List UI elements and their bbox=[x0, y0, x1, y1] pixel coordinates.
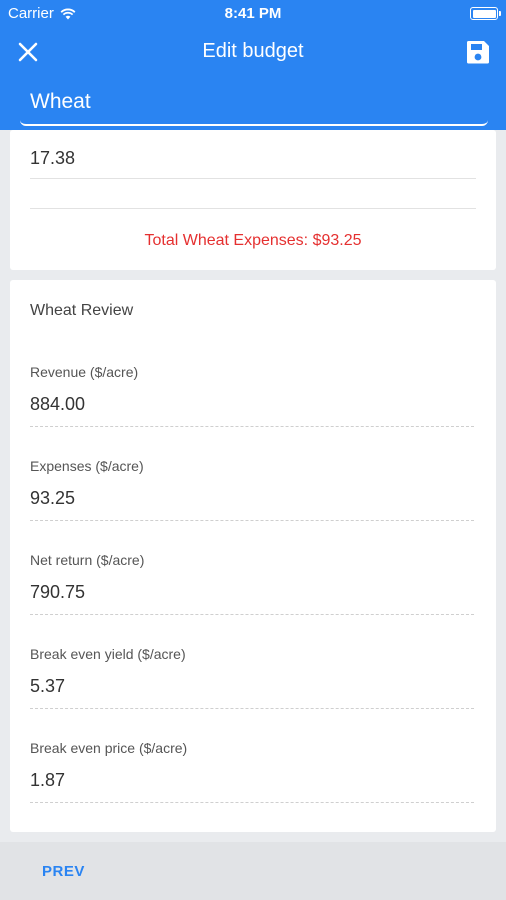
field-label: Revenue ($/acre) bbox=[30, 364, 139, 380]
review-card: Wheat Review Revenue ($/acre) 884.00 Exp… bbox=[10, 280, 496, 832]
title-bar: Edit budget bbox=[0, 30, 506, 74]
status-bar: Carrier 8:41 PM bbox=[0, 0, 506, 28]
crop-name-input[interactable] bbox=[20, 80, 488, 124]
field-divider bbox=[30, 802, 474, 803]
battery-icon bbox=[470, 7, 501, 20]
revenue-field: Revenue ($/acre) 884.00 bbox=[30, 364, 472, 415]
status-time: 8:41 PM bbox=[224, 5, 282, 22]
field-divider bbox=[30, 708, 474, 709]
field-label: Break even price ($/acre) bbox=[30, 740, 188, 756]
net-return-field: Net return ($/acre) 790.75 bbox=[30, 552, 472, 603]
field-label: Break even yield ($/acre) bbox=[30, 646, 186, 662]
expenses-card: 17.38 Total Wheat Expenses: $93.25 bbox=[10, 130, 496, 270]
field-divider bbox=[30, 614, 474, 615]
input-underline bbox=[30, 178, 476, 179]
expenses-field: Expenses ($/acre) 93.25 bbox=[30, 458, 472, 509]
crop-name-field[interactable] bbox=[20, 80, 488, 126]
review-title: Wheat Review bbox=[30, 302, 134, 319]
total-expenses-label: Total Wheat Expenses: $93.25 bbox=[144, 232, 362, 249]
floppy-disk-icon bbox=[467, 41, 489, 64]
expense-value[interactable]: 17.38 bbox=[30, 148, 75, 169]
field-label: Expenses ($/acre) bbox=[30, 458, 144, 474]
field-divider bbox=[30, 426, 474, 427]
field-label: Net return ($/acre) bbox=[30, 552, 145, 568]
break-even-price-field: Break even price ($/acre) 1.87 bbox=[30, 740, 472, 791]
field-value: 1.87 bbox=[30, 770, 66, 790]
save-button[interactable] bbox=[464, 38, 492, 66]
section-divider bbox=[30, 208, 476, 209]
field-value: 790.75 bbox=[30, 582, 86, 602]
field-value: 93.25 bbox=[30, 488, 76, 508]
page-title: Edit budget bbox=[202, 40, 304, 62]
footer-bar: PREV bbox=[0, 842, 506, 900]
field-value: 5.37 bbox=[30, 676, 66, 696]
app-header: Carrier 8:41 PM Edit budget bbox=[0, 0, 506, 130]
field-divider bbox=[30, 520, 474, 521]
field-value: 884.00 bbox=[30, 394, 86, 414]
prev-button[interactable]: PREV bbox=[42, 863, 85, 880]
break-even-yield-field: Break even yield ($/acre) 5.37 bbox=[30, 646, 472, 697]
